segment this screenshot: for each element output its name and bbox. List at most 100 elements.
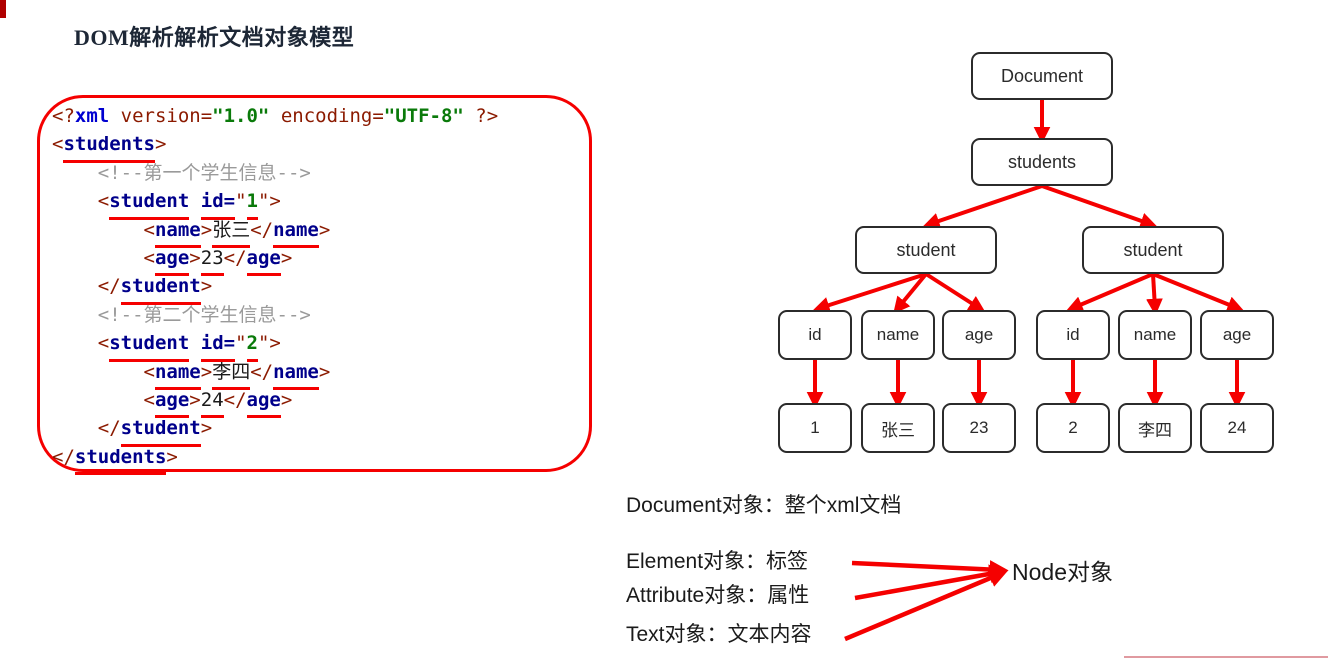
code-token-pun: version= (109, 105, 213, 127)
code-line: <name>张三</name> (52, 216, 592, 249)
code-token-pun: "> (257, 190, 281, 213)
code-token-tag: name (273, 216, 319, 249)
tree-node-elem-age-1: age (942, 310, 1016, 360)
code-token-pun: < (143, 246, 155, 269)
tree-edge-student-1-to-elem-name-1 (893, 272, 928, 314)
code-token-tag: student (120, 272, 201, 306)
code-token-pun: < (97, 190, 110, 213)
tree-edge-students-to-student-1 (922, 184, 1043, 229)
tree-node-label: students (1007, 151, 1077, 172)
code-line: <name>李四</name> (52, 358, 592, 391)
code-token-pun (189, 332, 200, 354)
code-token-val: "UTF-8" (383, 105, 464, 127)
code-token-pun: > (200, 275, 213, 298)
code-token-attr: id= (200, 329, 236, 363)
code-token-pun: > (318, 218, 331, 241)
code-token-cmt: <!--第一个学生信息--> (97, 161, 311, 184)
legend-target-node-object: Node对象 (1012, 559, 1113, 585)
code-token-tag: students (63, 130, 155, 164)
code-line: <age>24</age> (52, 386, 592, 419)
tree-node-label: name (876, 325, 920, 344)
tree-edge-student-2-to-elem-name-2 (1146, 273, 1163, 316)
legend-arrow-attribute-object (854, 564, 1009, 601)
code-token-pun: < (143, 388, 155, 411)
code-token-tag: student (109, 329, 190, 363)
legend-item-attribute-object: Attribute对象：属性 (626, 584, 810, 607)
code-token-pun: < (52, 133, 64, 156)
code-line: </student> (52, 272, 592, 306)
tree-node-label: 2 (1068, 418, 1078, 437)
code-token-pun: </ (97, 417, 121, 440)
tree-node-label: id (1066, 325, 1080, 344)
tree-node-student-1: student (855, 226, 997, 274)
code-line: </student> (52, 414, 592, 448)
page-title: DOM解析解析文档对象模型 (74, 25, 355, 50)
code-token-pun: > (189, 246, 201, 269)
legend-arrow-element-object (851, 560, 1009, 579)
code-line: <students> (52, 130, 592, 164)
code-token-pun: > (280, 246, 293, 269)
tree-node-label: 24 (1227, 418, 1247, 437)
code-token-txt: 24 (200, 386, 224, 419)
code-token-tag: student (109, 187, 190, 221)
code-line: </students> (52, 443, 592, 476)
tree-node-label: 李四 (1138, 420, 1172, 440)
code-token-pun: "> (257, 332, 281, 355)
corner-marker (0, 0, 6, 18)
code-token-val: 2 (246, 329, 259, 363)
tree-node-text-id-2: 2 (1036, 403, 1110, 453)
code-token-tag: students (74, 443, 166, 476)
code-token-pun: <? (52, 105, 75, 127)
tree-node-label: 23 (969, 418, 989, 437)
code-token-pun: > (154, 133, 167, 156)
tree-node-text-name-2: 李四 (1118, 403, 1192, 453)
tree-node-document: Document (971, 52, 1113, 100)
code-line: <?xml version="1.0" encoding="UTF-8" ?> (52, 102, 592, 130)
tree-node-label: age (964, 325, 994, 344)
tree-node-label: student (1123, 239, 1183, 260)
code-token-attr: id= (200, 187, 236, 221)
bottom-rule (1124, 656, 1328, 658)
tree-node-label: 1 (810, 418, 820, 437)
code-token-tag: age (154, 386, 190, 419)
code-token-kw: xml (74, 105, 110, 127)
tree-node-students: students (971, 138, 1113, 186)
code-line: <!--第一个学生信息--> (52, 159, 592, 187)
legend-item-text-object: Text对象：文本内容 (626, 623, 812, 646)
code-token-txt: 23 (200, 244, 224, 277)
code-token-pun: </ (223, 246, 247, 269)
code-token-txt: 李四 (212, 358, 251, 391)
code-token-pun: < (143, 218, 155, 241)
code-token-pun: </ (250, 360, 274, 383)
tree-node-label: id (808, 325, 822, 344)
tree-edge-students-to-student-2 (1041, 184, 1158, 229)
code-token-pun: > (166, 445, 178, 468)
xml-code-block: <?xml version="1.0" encoding="UTF-8" ?> <… (52, 102, 592, 476)
code-token-tag: name (154, 358, 201, 391)
code-token-pun: > (200, 417, 213, 440)
code-token-pun (189, 190, 200, 212)
code-token-pun: > (200, 218, 213, 241)
code-token-pun: " (235, 190, 247, 213)
code-line: <student id="1"> (52, 187, 592, 221)
tree-node-elem-name-2: name (1118, 310, 1192, 360)
tree-node-label: name (1133, 325, 1177, 344)
tree-node-label: student (896, 239, 956, 260)
tree-node-attr-id-1: id (778, 310, 852, 360)
legend-arrow-text-object (844, 569, 1008, 642)
code-token-tag: name (154, 216, 201, 249)
tree-edge-student-2-to-elem-age-2 (1152, 272, 1245, 313)
tree-node-label: 张三 (881, 420, 915, 440)
code-line: <!--第二个学生信息--> (52, 301, 592, 329)
code-token-pun: > (318, 360, 331, 383)
tree-node-text-name-1: 张三 (861, 403, 935, 453)
tree-node-student-2: student (1082, 226, 1224, 274)
